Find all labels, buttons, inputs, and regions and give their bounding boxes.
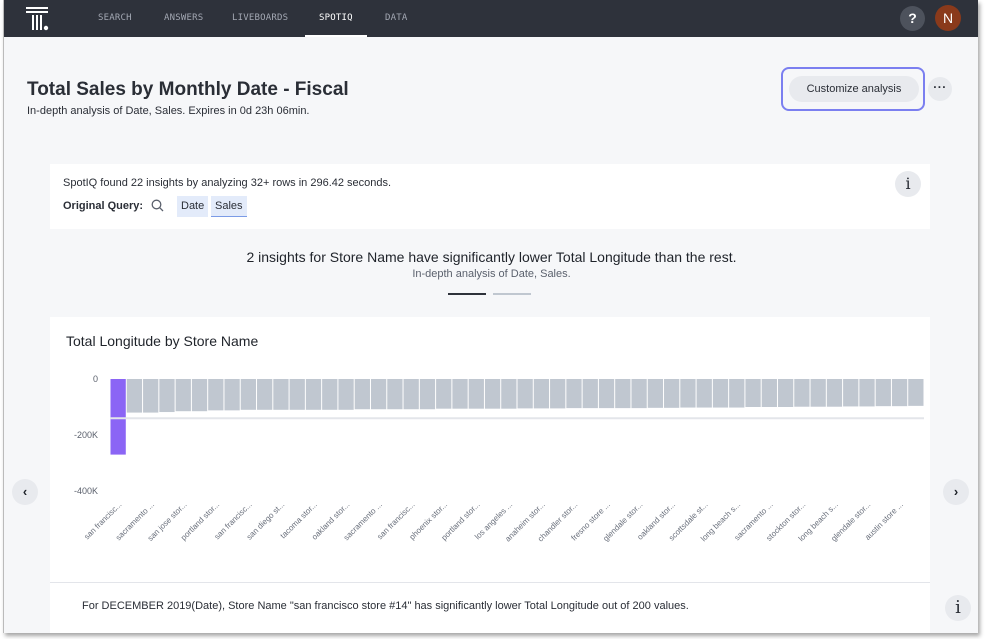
- bar[interactable]: [583, 379, 598, 408]
- bar[interactable]: [534, 379, 549, 408]
- bar[interactable]: [713, 379, 728, 408]
- bar[interactable]: [241, 379, 256, 410]
- customize-analysis-button[interactable]: Customize analysis: [789, 76, 919, 102]
- info-icon-bottom[interactable]: i: [945, 595, 971, 621]
- insight-title: 2 insights for Store Name have significa…: [4, 249, 978, 265]
- y-tick-label: 0: [93, 374, 98, 384]
- pager-dash-2[interactable]: [493, 293, 531, 295]
- bar[interactable]: [404, 379, 419, 409]
- bar[interactable]: [273, 379, 288, 410]
- bar[interactable]: [664, 379, 679, 408]
- bar[interactable]: [729, 379, 744, 408]
- app-frame: SEARCH ANSWERS LIVEBOARDS SPOTIQ DATA ? N To…: [3, 0, 978, 633]
- help-button[interactable]: ?: [900, 6, 925, 31]
- more-options-button[interactable]: ···: [928, 77, 952, 101]
- bar[interactable]: [322, 379, 337, 410]
- user-avatar[interactable]: N: [935, 5, 961, 31]
- bar[interactable]: [648, 379, 663, 408]
- bar[interactable]: [680, 379, 695, 408]
- bar[interactable]: [208, 379, 223, 410]
- bar[interactable]: [420, 379, 435, 409]
- bar-highlighted[interactable]: [111, 379, 126, 455]
- bar[interactable]: [876, 379, 891, 406]
- previous-insight-button[interactable]: ‹: [12, 479, 38, 505]
- insight-explanation: For DECEMBER 2019(Date), Store Name "san…: [50, 582, 930, 633]
- bar[interactable]: [550, 379, 565, 408]
- bar[interactable]: [436, 379, 451, 409]
- page-title: Total Sales by Monthly Date - Fiscal: [27, 79, 349, 101]
- bar[interactable]: [501, 379, 516, 409]
- thoughtspot-logo[interactable]: [26, 7, 50, 31]
- info-icon[interactable]: i: [895, 171, 921, 197]
- y-tick-label: -200K: [74, 430, 98, 440]
- customize-analysis-focus-ring: Customize analysis: [781, 67, 925, 111]
- bar[interactable]: [469, 379, 484, 409]
- nav-item-spotiq[interactable]: SPOTIQ: [319, 0, 353, 37]
- bar[interactable]: [518, 379, 533, 408]
- bar[interactable]: [127, 379, 142, 413]
- query-token-date[interactable]: Date: [177, 196, 208, 217]
- bar[interactable]: [778, 379, 793, 407]
- bar[interactable]: [697, 379, 712, 408]
- bar-chart: 0-200K-400Ksan francisc...sacramento ...…: [50, 317, 930, 582]
- bar[interactable]: [811, 379, 826, 407]
- bar[interactable]: [599, 379, 614, 408]
- bar[interactable]: [306, 379, 321, 410]
- page-subtitle: In-depth analysis of Date, Sales. Expire…: [27, 105, 310, 117]
- bar[interactable]: [745, 379, 760, 407]
- bar[interactable]: [224, 379, 239, 410]
- bar[interactable]: [143, 379, 158, 413]
- bar[interactable]: [908, 379, 923, 406]
- nav-item-answers[interactable]: ANSWERS: [164, 0, 203, 37]
- summary-text: SpotIQ found 22 insights by analyzing 32…: [63, 177, 391, 189]
- nav-item-data[interactable]: DATA: [385, 0, 407, 37]
- insight-subtitle: In-depth analysis of Date, Sales.: [4, 268, 978, 280]
- explanation-text: For DECEMBER 2019(Date), Store Name "san…: [82, 600, 689, 612]
- chart-card: Total Longitude by Store Name 0-200K-400…: [50, 317, 930, 633]
- original-query-label: Original Query:: [63, 200, 143, 212]
- pager-dash-1-active[interactable]: [448, 293, 486, 295]
- bar[interactable]: [843, 379, 858, 406]
- bar[interactable]: [566, 379, 581, 408]
- bar[interactable]: [827, 379, 842, 407]
- analysis-summary-card: SpotIQ found 22 insights by analyzing 32…: [50, 164, 930, 229]
- bar[interactable]: [892, 379, 907, 406]
- bar[interactable]: [859, 379, 874, 406]
- bar[interactable]: [452, 379, 467, 409]
- y-tick-label: -400K: [74, 486, 98, 496]
- next-insight-button[interactable]: ›: [943, 479, 969, 505]
- bar[interactable]: [794, 379, 809, 407]
- query-token-sales[interactable]: Sales: [211, 196, 247, 217]
- bar[interactable]: [290, 379, 305, 410]
- nav-item-search[interactable]: SEARCH: [98, 0, 132, 37]
- top-nav: SEARCH ANSWERS LIVEBOARDS SPOTIQ DATA ? N: [4, 0, 978, 37]
- bar[interactable]: [387, 379, 402, 409]
- bar[interactable]: [615, 379, 630, 408]
- bar[interactable]: [371, 379, 386, 409]
- search-icon: [151, 199, 164, 212]
- bar[interactable]: [192, 379, 207, 411]
- bar[interactable]: [762, 379, 777, 407]
- bar[interactable]: [176, 379, 191, 411]
- bar[interactable]: [485, 379, 500, 409]
- bar[interactable]: [355, 379, 370, 409]
- bar[interactable]: [257, 379, 272, 410]
- nav-item-liveboards[interactable]: LIVEBOARDS: [232, 0, 288, 37]
- bar[interactable]: [159, 379, 174, 412]
- bar[interactable]: [338, 379, 353, 410]
- bar[interactable]: [631, 379, 646, 408]
